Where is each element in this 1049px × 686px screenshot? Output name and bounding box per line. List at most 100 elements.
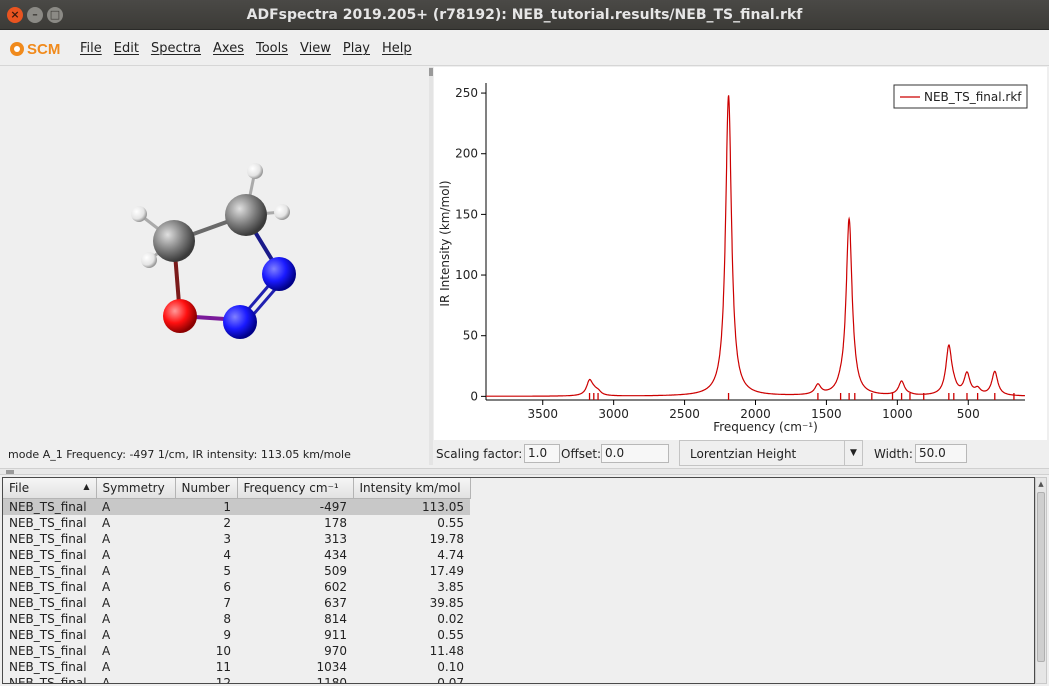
scrollbar-thumb[interactable] — [1037, 492, 1045, 662]
table-cell: A — [102, 643, 111, 658]
width-input[interactable]: 50.0 — [915, 444, 967, 463]
y-tick-label: 50 — [463, 329, 478, 343]
scaling-factor-input[interactable]: 1.0 — [524, 444, 560, 463]
y-axis-label: IR Intensity (km/mol) — [438, 180, 452, 306]
lineshape-select[interactable]: Lorentzian Height ▼ — [679, 440, 863, 466]
column-header-4[interactable]: Intensity km/mol — [353, 478, 471, 499]
vertical-splitter[interactable] — [429, 67, 433, 465]
menu-view[interactable]: View — [300, 41, 331, 56]
table-cell: A — [102, 595, 111, 610]
hydrogen-atom[interactable] — [141, 252, 157, 268]
table-cell: NEB_TS_final — [9, 627, 87, 642]
table-cell: 3.85 — [437, 579, 464, 594]
table-row[interactable]: NEB_TS_final A 6 602 3.85 — [3, 579, 470, 595]
menu-play[interactable]: Play — [343, 41, 370, 56]
table-cell: NEB_TS_final — [9, 579, 87, 594]
menu-file[interactable]: File — [80, 41, 102, 56]
table-scrollbar[interactable]: ▲ — [1035, 477, 1047, 684]
column-header-1[interactable]: Symmetry — [96, 478, 176, 499]
x-tick-label: 3000 — [598, 407, 629, 421]
modes-table[interactable]: File ▲ Symmetry Number Frequency cm⁻¹ Intensi… — [2, 477, 1035, 684]
table-cell: 637 — [324, 595, 347, 610]
horizontal-splitter[interactable] — [0, 468, 1049, 475]
column-header-label: Symmetry — [102, 480, 165, 495]
table-row[interactable]: NEB_TS_final A 4 434 4.74 — [3, 547, 470, 563]
table-cell: 0.55 — [437, 515, 464, 530]
table-cell: 11.48 — [429, 643, 464, 658]
y-tick-label: 200 — [455, 147, 478, 161]
y-tick-label: 0 — [470, 389, 478, 403]
table-row[interactable]: NEB_TS_final A 12 1180 0.07 — [3, 675, 470, 684]
x-tick-label: 2500 — [669, 407, 700, 421]
scm-logo-icon — [10, 42, 24, 56]
y-tick-label: 150 — [455, 207, 478, 221]
table-row[interactable]: NEB_TS_final A 8 814 0.02 — [3, 611, 470, 627]
column-header-label: Number — [181, 480, 230, 495]
table-cell: 17.49 — [429, 563, 464, 578]
column-header-0[interactable]: File ▲ — [3, 478, 97, 499]
table-cell: A — [96, 498, 175, 515]
column-header-label: Frequency cm⁻¹ — [243, 480, 339, 495]
scaling-factor-label: Scaling factor: — [436, 447, 523, 461]
table-row[interactable]: NEB_TS_final A 3 313 19.78 — [3, 531, 470, 547]
hydrogen-atom[interactable] — [131, 206, 147, 222]
table-row[interactable]: NEB_TS_final A 7 637 39.85 — [3, 595, 470, 611]
carbon-atom[interactable] — [225, 194, 267, 236]
table-cell: NEB_TS_final — [9, 611, 87, 626]
hydrogen-atom[interactable] — [247, 163, 263, 179]
column-header-3[interactable]: Frequency cm⁻¹ — [237, 478, 354, 499]
table-cell: 313 — [324, 531, 347, 546]
spectrum-plot[interactable]: 0 50 100 150 200 250 3500 3000 2500 2000 1500 1000 5… — [434, 67, 1047, 440]
y-tick-label: 250 — [455, 86, 478, 100]
table-cell: 12 — [215, 675, 231, 684]
table-cell: 3 — [223, 531, 231, 546]
table-cell: 39.85 — [429, 595, 464, 610]
menu-help[interactable]: Help — [382, 41, 412, 56]
scm-logo[interactable]: SCM — [10, 40, 60, 58]
menu-items: File Edit Spectra Axes Tools View Play Help — [80, 41, 424, 56]
offset-input[interactable]: 0.0 — [601, 444, 669, 463]
spectrum-line[interactable] — [486, 95, 1025, 397]
carbon-atom[interactable] — [153, 220, 195, 262]
molecule-graphic[interactable] — [2, 67, 428, 463]
table-cell: A — [102, 675, 111, 684]
menu-axes[interactable]: Axes — [213, 41, 244, 56]
table-row[interactable]: NEB_TS_final A 5 509 17.49 — [3, 563, 470, 579]
sort-ascending-icon[interactable]: ▲ — [83, 482, 89, 491]
table-row[interactable]: NEB_TS_final A 2 178 0.55 — [3, 515, 470, 531]
table-row[interactable]: NEB_TS_final A 10 970 11.48 — [3, 643, 470, 659]
menu-edit[interactable]: Edit — [114, 41, 139, 56]
nitrogen-atom[interactable] — [262, 257, 296, 291]
molecule-viewer[interactable] — [2, 67, 428, 463]
menu-bar: SCM File Edit Spectra Axes Tools View Play Help — [0, 30, 1049, 66]
table-cell: 5 — [223, 563, 231, 578]
splitter-handle-icon[interactable] — [429, 68, 433, 76]
table-row[interactable]: NEB_TS_final A 1 -497 113.05 — [3, 498, 470, 515]
table-cell: -497 — [237, 498, 353, 515]
table-cell: 970 — [324, 643, 347, 658]
table-cell: A — [102, 659, 111, 674]
table-cell: 178 — [324, 515, 347, 530]
nitrogen-atom[interactable] — [223, 305, 257, 339]
menu-tools[interactable]: Tools — [256, 41, 288, 56]
table-cell: 911 — [324, 627, 347, 642]
table-cell: 9 — [223, 627, 231, 642]
table-row[interactable]: NEB_TS_final A 9 911 0.55 — [3, 627, 470, 643]
column-header-label: Intensity km/mol — [359, 480, 461, 495]
splitter-handle-icon[interactable] — [6, 470, 14, 474]
scroll-up-icon[interactable]: ▲ — [1036, 478, 1046, 490]
table-cell: 814 — [324, 611, 347, 626]
hydrogen-atom[interactable] — [274, 204, 290, 220]
menu-spectra[interactable]: Spectra — [151, 41, 201, 56]
table-row[interactable]: NEB_TS_final A 11 1034 0.10 — [3, 659, 470, 675]
oxygen-atom[interactable] — [163, 299, 197, 333]
spectrum-chart[interactable]: 0 50 100 150 200 250 3500 3000 2500 2000 1500 1000 5… — [434, 67, 1047, 440]
table-cell: 1034 — [316, 659, 347, 674]
chevron-down-icon[interactable]: ▼ — [844, 441, 862, 465]
window-title: ADFspectra 2019.205+ (r78192): NEB_tutor… — [246, 7, 803, 23]
x-axis-label: Frequency (cm⁻¹) — [713, 420, 818, 434]
table-cell: NEB_TS_final — [9, 595, 87, 610]
table-cell: 602 — [324, 579, 347, 594]
column-header-2[interactable]: Number — [175, 478, 238, 499]
table-cell: 0.02 — [437, 611, 464, 626]
